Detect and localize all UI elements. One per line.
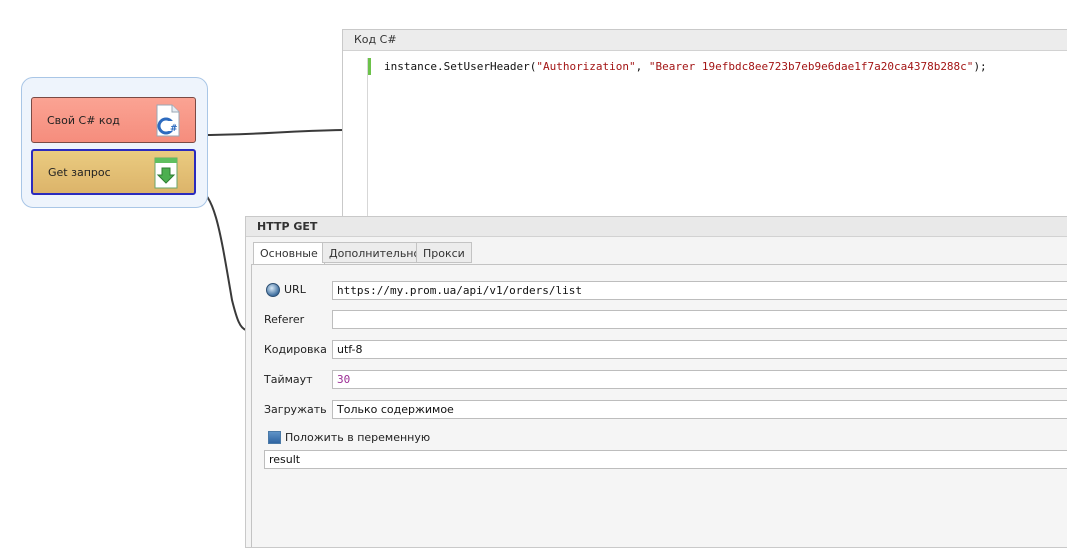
- block-custom-csharp[interactable]: Свой C# код #: [31, 97, 196, 143]
- code-string-token: "Bearer 19efbdc8ee723b7eb9e6dae1f7a20ca4…: [648, 60, 974, 73]
- load-label: Загружать: [264, 403, 327, 416]
- http-panel-title: HTTP GET: [246, 217, 1067, 237]
- timeout-input[interactable]: 30: [332, 370, 1067, 389]
- http-get-panel: HTTP GET Основные Дополнительно Прокси U…: [245, 216, 1067, 548]
- encoding-label: Кодировка: [264, 343, 327, 356]
- code-prefix: instance.SetUserHeader(: [384, 60, 537, 73]
- timeout-label: Таймаут: [264, 373, 313, 386]
- code-string-header: "Authorization": [536, 60, 636, 73]
- variable-input[interactable]: result: [264, 450, 1067, 469]
- wire-get-to-http-panel: [196, 187, 247, 331]
- url-label: URL: [284, 283, 306, 296]
- block-get-request-label: Get запрос: [48, 165, 111, 179]
- block-custom-csharp-label: Свой C# код: [47, 113, 120, 127]
- changed-line-marker: [368, 58, 371, 75]
- referer-label: Referer: [264, 313, 305, 326]
- svg-text:#: #: [170, 124, 178, 134]
- save-variable-label: Положить в переменную: [285, 431, 431, 444]
- tab-proxy[interactable]: Прокси: [416, 242, 472, 263]
- code-suffix: );: [973, 60, 987, 73]
- tab-advanced[interactable]: Дополнительно: [322, 242, 428, 263]
- download-arrow-icon: [154, 157, 178, 189]
- code-editor[interactable]: instance.SetUserHeader("Authorization", …: [384, 60, 987, 73]
- block-get-request[interactable]: Get запрос: [31, 149, 196, 195]
- csharp-code-panel: Код C# instance.SetUserHeader("Authoriza…: [342, 29, 1067, 241]
- encoding-select[interactable]: utf-8: [332, 340, 1067, 359]
- globe-icon: [266, 283, 280, 297]
- code-gutter: [351, 58, 368, 240]
- action-group: Свой C# код # Get запрос: [21, 77, 208, 208]
- wire-cs-to-code-panel: [196, 129, 344, 136]
- tab-content-basic: URL https://my.prom.ua/api/v1/orders/lis…: [251, 264, 1067, 547]
- tab-basic[interactable]: Основные: [253, 242, 325, 265]
- referer-input[interactable]: [332, 310, 1067, 329]
- code-separator: ,: [635, 60, 649, 73]
- csharp-file-icon: #: [156, 104, 180, 137]
- save-variable-checkbox[interactable]: [268, 431, 281, 444]
- load-select[interactable]: Только содержимое: [332, 400, 1067, 419]
- url-input[interactable]: https://my.prom.ua/api/v1/orders/list: [332, 281, 1067, 300]
- csharp-panel-title: Код C#: [343, 30, 1067, 51]
